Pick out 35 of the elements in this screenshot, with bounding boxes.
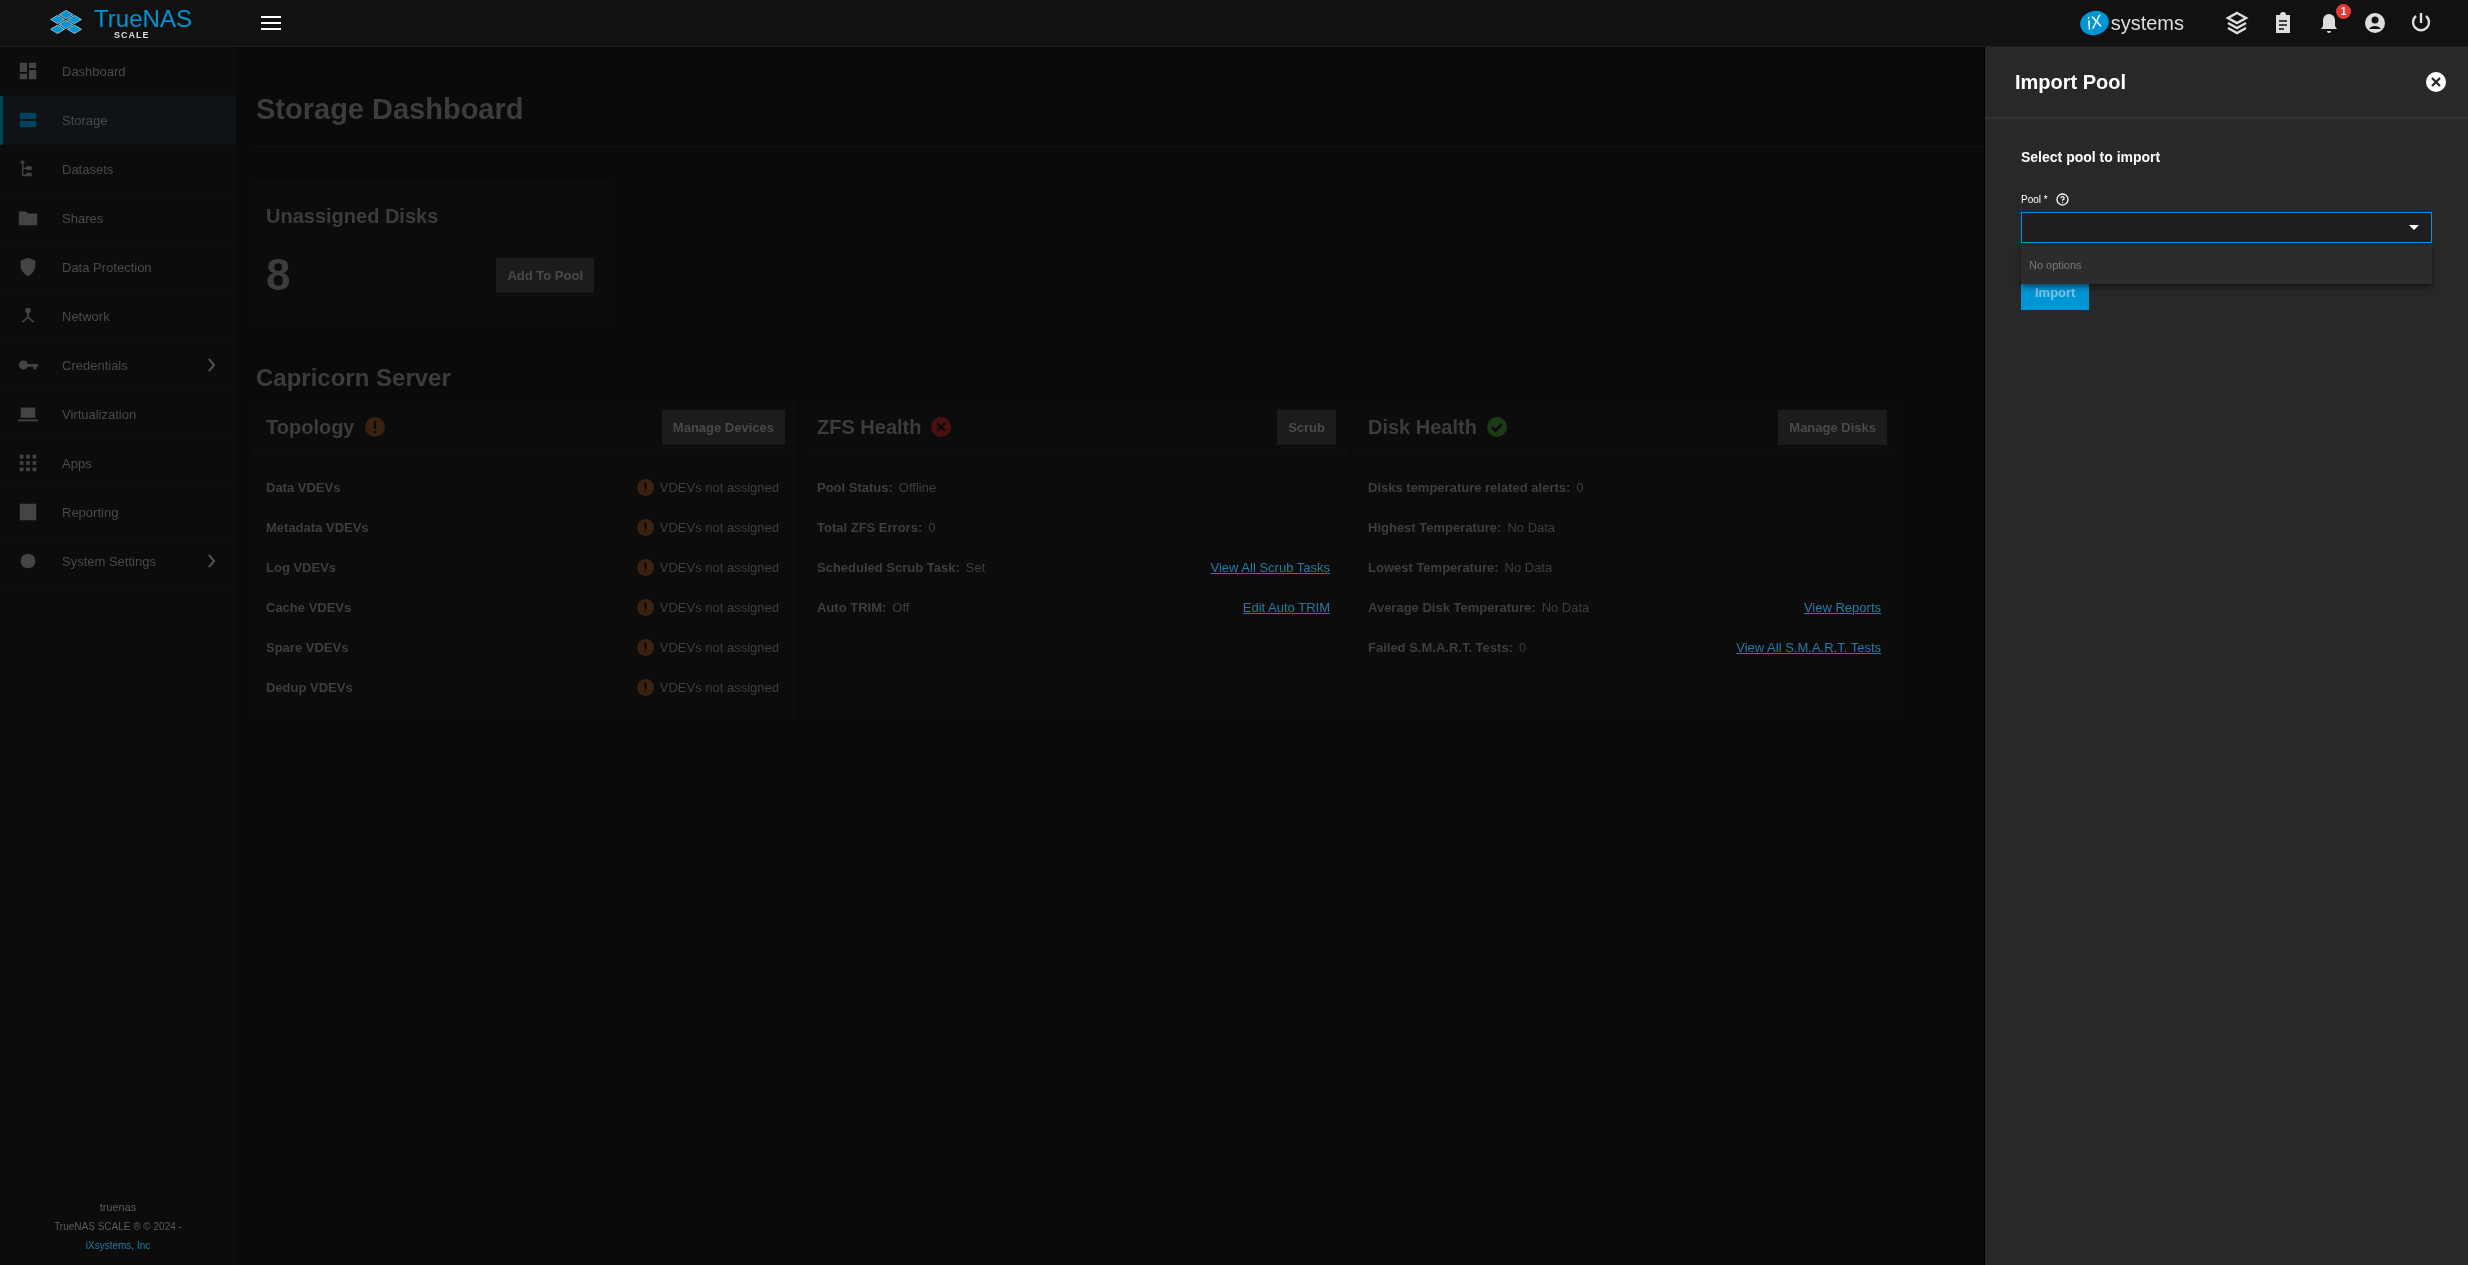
chevron-right-icon [207,554,216,568]
logo-subtitle: SCALE [114,30,151,40]
card-link[interactable]: View All Scrub Tasks [1210,559,1330,575]
vendor-text: systems [2110,11,2184,35]
notification-badge: 1 [2336,4,2351,19]
card-link[interactable]: View All S.M.A.R.T. Tests [1736,639,1881,655]
user-icon[interactable] [2363,11,2387,35]
warning-icon [636,478,654,496]
close-icon[interactable] [2426,72,2446,92]
chevron-right-icon [207,358,216,372]
warning-icon [636,518,654,536]
dropdown-message: No options [2029,259,2082,271]
menu-icon[interactable] [261,16,281,30]
warning-icon [636,598,654,616]
hostname: truenas [99,1201,137,1213]
dropdown-caret-icon [2409,225,2419,230]
warning-icon [636,558,654,576]
field-label: Pool * [2021,194,2048,205]
panel-subtitle: Select pool to import [2021,149,2162,165]
help-icon[interactable] [2055,193,2069,206]
card-link[interactable]: Edit Auto TRIM [1242,599,1330,615]
pool-select[interactable] [2021,212,2432,243]
warning-icon [636,638,654,656]
grid-icon [17,452,39,474]
panel-title: Import Pool [2015,70,2127,94]
copyright-text: TrueNAS SCALE ® © 2024 - [54,1221,182,1232]
dashboard-icon [17,60,39,82]
sidebar-item[interactable]: Reporting [0,488,236,537]
company-link[interactable]: iXsystems, Inc [85,1240,151,1251]
layers-icon[interactable] [2225,11,2249,35]
sidebar-item[interactable]: Shares [0,194,236,243]
sidebar-item[interactable]: Storage [0,96,236,145]
warning-icon [636,678,654,696]
logo-text: TrueNAS [94,6,192,31]
card-link[interactable]: View Reports [1803,599,1881,615]
